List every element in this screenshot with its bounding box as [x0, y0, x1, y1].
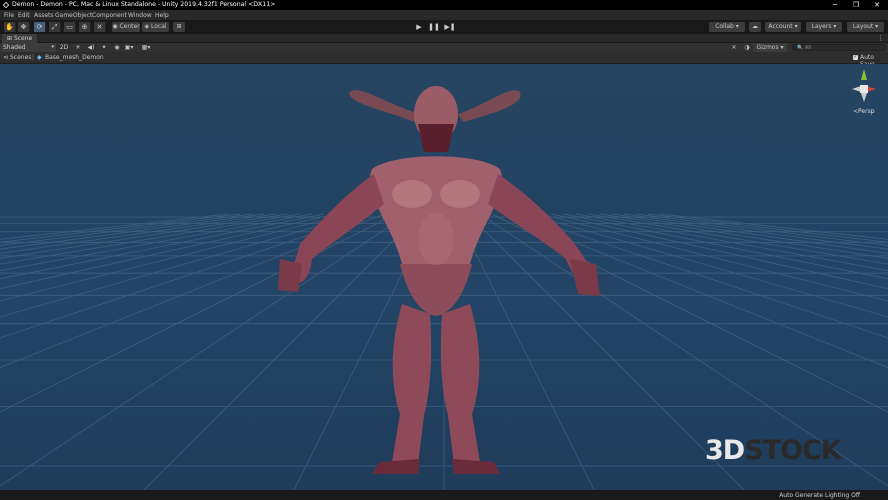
demon-model[interactable]	[278, 86, 600, 474]
tab-scene[interactable]: ⊞ Scene	[2, 34, 38, 43]
menu-gameobject[interactable]: GameObject	[55, 12, 92, 19]
account-label: Account	[768, 23, 793, 30]
layout-dropdown[interactable]: Layout ▾	[847, 22, 884, 32]
status-text: Auto Generate Lighting Off	[779, 492, 860, 499]
account-dropdown[interactable]: Account ▾	[765, 22, 801, 32]
play-icon[interactable]: ▶	[412, 22, 426, 32]
lighting-icon[interactable]: ☀	[73, 43, 83, 52]
watermark-logo: 3DSTOCK	[705, 435, 842, 466]
tools-icon[interactable]: ✕	[729, 43, 739, 52]
shading-mode-label: Shaded	[3, 44, 26, 51]
hidden-objects-icon[interactable]: ◉	[112, 43, 122, 52]
prefab-icon: ◆	[37, 54, 42, 61]
breadcrumb: ⊲ Scenes | ◆ Base_mesh_Demon ✓ Auto Save	[0, 52, 888, 68]
menu-bar: File Edit Assets GameObject Component Wi…	[0, 10, 888, 20]
tab-menu-icon[interactable]: ⋮	[877, 34, 884, 42]
layers-dropdown[interactable]: Layers ▾	[806, 22, 842, 32]
collab-button[interactable]: Collab ▾	[709, 22, 745, 32]
perspective-label[interactable]: <Persp	[853, 108, 875, 115]
breadcrumb-scenes[interactable]: Scenes	[10, 54, 31, 61]
main-toolbar: ✋ ✥ ⟳ ⤢ ▭ ⊕ ✕ ◉ Center ◈ Local ⊞ ▶ ❚❚ ▶❚…	[0, 20, 888, 34]
watermark-3d: 3D	[705, 435, 745, 466]
menu-file[interactable]: File	[4, 12, 14, 19]
scenes-icon: ⊲	[3, 54, 9, 61]
menu-window[interactable]: Window	[128, 12, 152, 19]
close-button[interactable]: ✕	[872, 1, 882, 9]
scene-tab-bar: ⊞ Scene ⋮	[0, 34, 888, 43]
move-tool-icon[interactable]: ✥	[18, 22, 30, 32]
layers-label: Layers	[811, 23, 832, 30]
audio-icon[interactable]: ◀)	[86, 43, 96, 52]
layout-label: Layout	[852, 23, 874, 30]
collab-label: Collab	[715, 23, 734, 30]
transform-tool-icon[interactable]: ⊕	[79, 22, 91, 32]
custom-tool-icon[interactable]: ✕	[94, 22, 106, 32]
pivot-center-button[interactable]: ◉ Center	[112, 22, 140, 32]
camera-settings-icon[interactable]: ▣▾	[122, 43, 136, 52]
snap-icon[interactable]: ⊞	[173, 22, 185, 32]
watermark-stock: STOCK	[744, 435, 842, 466]
unity-logo-icon	[2, 1, 10, 9]
window-title: Demon - Demon - PC, Mac & Linux Standalo…	[12, 1, 276, 8]
gizmos-dropdown[interactable]: Gizmos ▾	[753, 43, 787, 52]
hand-tool-icon[interactable]: ✋	[4, 22, 16, 32]
scene-toolbar: Shaded ▾ 2D ☀ ◀) ✦ ◉ ▣▾ ▦▾ ✕ ◑ Gizmos ▾ 🔍…	[0, 43, 888, 52]
2d-toggle[interactable]: 2D	[58, 43, 70, 52]
pivot-local-label: Local	[150, 23, 167, 30]
pause-icon[interactable]: ❚❚	[427, 22, 441, 32]
minimize-button[interactable]: ─	[830, 1, 840, 9]
scene-search-placeholder: All	[804, 45, 812, 51]
step-icon[interactable]: ▶❚	[443, 22, 457, 32]
scene-grid	[0, 69, 888, 490]
scene-viewport[interactable]: <Persp	[0, 64, 888, 490]
auto-save-checkbox[interactable]: ✓	[853, 55, 858, 60]
effects-icon[interactable]: ✦	[99, 43, 109, 52]
menu-help[interactable]: Help	[155, 12, 169, 19]
cloud-icon[interactable]: ☁	[749, 22, 761, 32]
menu-assets[interactable]: Assets	[34, 12, 54, 19]
rect-tool-icon[interactable]: ▭	[64, 22, 76, 32]
visibility-icon[interactable]: ◑	[742, 43, 752, 52]
rotate-tool-icon[interactable]: ⟳	[34, 22, 46, 32]
menu-edit[interactable]: Edit	[18, 12, 30, 19]
gizmos-label: Gizmos	[756, 44, 779, 51]
orientation-gizmo[interactable]	[852, 69, 876, 102]
breadcrumb-current[interactable]: Base_mesh_Demon	[45, 54, 104, 61]
scale-tool-icon[interactable]: ⤢	[49, 22, 61, 32]
component-editor-icon[interactable]: ▦▾	[140, 43, 152, 52]
pivot-center-label: Center	[119, 23, 140, 30]
perspective-label-text: Persp	[858, 108, 875, 115]
menu-component[interactable]: Component	[92, 12, 127, 19]
maximize-button[interactable]: ❐	[851, 1, 861, 9]
status-bar: Auto Generate Lighting Off	[0, 490, 888, 500]
window-titlebar: Demon - Demon - PC, Mac & Linux Standalo…	[0, 0, 888, 10]
shading-mode-dropdown[interactable]: Shaded ▾	[1, 43, 56, 52]
tab-scene-label: Scene	[13, 35, 33, 42]
pivot-local-button[interactable]: ◈ Local	[142, 22, 169, 32]
breadcrumb-separator: |	[32, 54, 35, 61]
scene-search-input[interactable]: 🔍 All	[792, 44, 886, 51]
